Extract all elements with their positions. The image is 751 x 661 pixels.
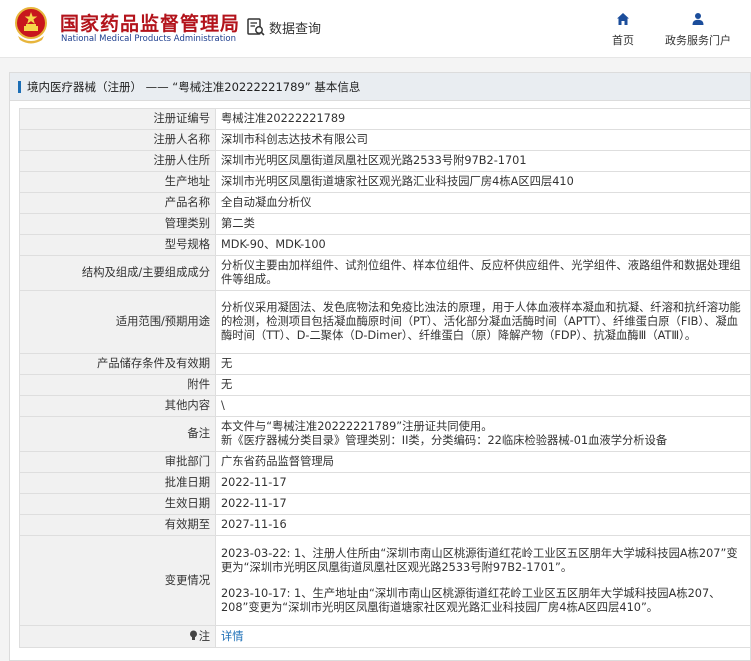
field-value: 分析仪采用凝固法、发色底物法和免疫比浊法的原理，用于人体血液样本凝血和抗凝、纤溶… [215,290,751,354]
field-label: 管理类别 [19,213,216,235]
user-icon [692,13,704,25]
info-table: 注册证编号 粤械注准20222221789 注册人名称 深圳市科创志达技术有限公… [19,108,751,648]
table-row: 注册人住所 深圳市光明区凤凰街道凤凰社区观光路2533号附97B2-1701 [19,150,751,172]
field-value: 2022-11-17 [215,472,751,494]
table-row: 产品名称 全自动凝血分析仪 [19,192,751,214]
nav-gov-label: 政务服务门户 [665,34,731,47]
panel-title-bar [18,80,21,93]
field-value: 深圳市科创志达技术有限公司 [215,129,751,151]
field-label: 结构及组成/主要组成成分 [19,255,216,291]
field-label: 备注 [19,416,216,452]
data-query-button[interactable]: 数据查询 [246,16,321,38]
field-value: 广东省药品监督管理局 [215,451,751,473]
site-name-cn: 国家药品监督管理局 [60,13,241,35]
field-label: 批准日期 [19,472,216,494]
field-value: 2027-11-16 [215,514,751,536]
field-label: 注册人住所 [19,150,216,172]
field-value: 粤械注准20222221789 [215,108,751,130]
field-value: 本文件与“粤械注准20222221789”注册证共同使用。 新《医疗器械分类目录… [215,416,751,452]
field-label: 注册证编号 [19,108,216,130]
remark-line-2: 新《医疗器械分类目录》管理类别：II类，分类编码：22临床检验器械-01血液学分… [221,434,668,447]
top-header: 国家药品监督管理局 National Medical Products Admi… [0,0,751,58]
field-value: 全自动凝血分析仪 [215,192,751,214]
field-label-note: 注 [19,625,216,648]
table-row: 注册证编号 粤械注准20222221789 [19,108,751,130]
field-value: 详情 [215,625,751,648]
field-label: 生产地址 [19,171,216,193]
table-row: 型号规格 MDK-90、MDK-100 [19,234,751,256]
field-label: 产品名称 [19,192,216,214]
field-label: 注册人名称 [19,129,216,151]
nav-home-label: 首页 [612,34,634,47]
field-value: 2022-11-17 [215,493,751,515]
table-row: 变更情况 2023-03-22: 1、注册人住所由“深圳市南山区桃源街道红花岭工… [19,535,751,626]
table-row: 结构及组成/主要组成成分 分析仪主要由加样组件、试剂位组件、样本位组件、反应杯供… [19,255,751,291]
field-label: 生效日期 [19,493,216,515]
table-row: 管理类别 第二类 [19,213,751,235]
field-value: 深圳市光明区凤凰街道凤凰社区观光路2533号附97B2-1701 [215,150,751,172]
nav-home[interactable]: 首页 [604,12,642,48]
field-label: 变更情况 [19,535,216,626]
field-label: 附件 [19,374,216,396]
change-entry-1: 2023-03-22: 1、注册人住所由“深圳市南山区桃源街道红花岭工业区五区朋… [221,546,738,574]
panel-title: 境内医疗器械（注册） —— “粤械注准20222221789” 基本信息 [27,79,361,94]
field-value: 无 [215,374,751,396]
field-label: 其他内容 [19,395,216,417]
field-value: 无 [215,353,751,375]
national-emblem-icon [15,7,47,44]
field-value: 深圳市光明区凤凰街道塘家社区观光路汇业科技园厂房4栋A区四层410 [215,171,751,193]
table-row: 备注 本文件与“粤械注准20222221789”注册证共同使用。 新《医疗器械分… [19,416,751,452]
nav-gov-portal[interactable]: 政务服务门户 [658,12,738,48]
field-value: 2023-03-22: 1、注册人住所由“深圳市南山区桃源街道红花岭工业区五区朋… [215,535,751,626]
table-row: 生效日期 2022-11-17 [19,493,751,515]
field-label: 有效期至 [19,514,216,536]
data-query-label: 数据查询 [269,21,322,37]
table-row: 其他内容 \ [19,395,751,417]
bulb-icon [189,630,197,640]
field-label: 适用范围/预期用途 [19,290,216,354]
field-value: \ [215,395,751,417]
table-row: 批准日期 2022-11-17 [19,472,751,494]
field-label: 型号规格 [19,234,216,256]
table-row: 注册人名称 深圳市科创志达技术有限公司 [19,129,751,151]
remark-line-1: 本文件与“粤械注准20222221789”注册证共同使用。 [221,420,493,433]
detail-link[interactable]: 详情 [221,630,244,643]
table-row: 适用范围/预期用途 分析仪采用凝固法、发色底物法和免疫比浊法的原理，用于人体血液… [19,290,751,354]
table-row: 生产地址 深圳市光明区凤凰街道塘家社区观光路汇业科技园厂房4栋A区四层410 [19,171,751,193]
table-row: 审批部门 广东省药品监督管理局 [19,451,751,473]
field-label: 审批部门 [19,451,216,473]
table-row: 有效期至 2027-11-16 [19,514,751,536]
panel-header: 境内医疗器械（注册） —— “粤械注准20222221789” 基本信息 [10,73,750,101]
change-entry-2: 2023-10-17: 1、生产地址由“深圳市南山区桃源街道红花岭工业区五区朋年… [221,586,721,614]
field-label: 产品储存条件及有效期 [19,353,216,375]
note-label: 注 [198,629,210,643]
table-row: 附件 无 [19,374,751,396]
data-query-icon [247,18,265,36]
table-row: 产品储存条件及有效期 无 [19,353,751,375]
field-value: 第二类 [215,213,751,235]
site-name-en: National Medical Products Administration [61,34,236,44]
field-value: 分析仪主要由加样组件、试剂位组件、样本位组件、反应杯供应组件、光学组件、液路组件… [215,255,751,291]
field-value: MDK-90、MDK-100 [215,234,751,256]
home-icon [617,13,629,25]
table-row: 注 详情 [19,625,751,648]
